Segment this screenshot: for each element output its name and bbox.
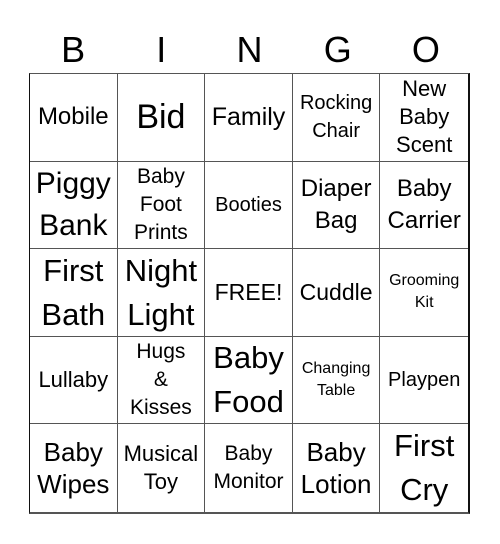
bingo-cell[interactable]: Bid (117, 74, 206, 162)
cell-label: Musical Toy (123, 441, 199, 495)
bingo-cell[interactable]: Lullaby (30, 336, 118, 425)
bingo-cell[interactable]: Cuddle (292, 249, 381, 337)
bingo-cell[interactable]: Mobile (30, 74, 118, 162)
header-letter-g: G (323, 29, 352, 70)
bingo-cell[interactable]: Baby Wipes (30, 424, 118, 512)
cell-label: Mobile (37, 103, 109, 131)
bingo-cell[interactable]: Piggy Bank (30, 161, 118, 250)
cell-label: First Bath (41, 252, 106, 332)
bingo-cell[interactable]: Baby Monitor (205, 424, 293, 512)
cell-label: Family (211, 103, 286, 132)
bingo-cell[interactable]: Baby Food (205, 336, 293, 425)
cell-label: Lullaby (38, 367, 109, 393)
cell-label: Booties (215, 193, 282, 216)
bingo-cell[interactable]: Baby Carrier (380, 162, 468, 250)
cell-label: Changing Table (301, 360, 371, 400)
header-letter-o: O (411, 29, 440, 70)
bingo-cell[interactable]: Changing Table (292, 336, 381, 425)
header-letter-i: I (156, 29, 167, 70)
bingo-cell[interactable]: Booties (205, 161, 293, 250)
cell-label: Baby Wipes (37, 437, 110, 500)
bingo-cell[interactable]: First Cry (380, 424, 468, 512)
cell-label: Baby Monitor (213, 442, 284, 494)
bingo-cell[interactable]: New Baby Scent (380, 74, 468, 162)
header-letter-n: N (236, 29, 263, 70)
cell-label: Diaper Bag (300, 174, 372, 234)
bingo-cell free-space[interactable]: FREE! (205, 249, 293, 337)
bingo-cell[interactable]: Family (205, 74, 293, 162)
cell-label: Playpen (388, 369, 461, 392)
cell-label: Grooming Kit (389, 272, 460, 312)
bingo-card-grid: Mobile Bid Family Rocking Chair New Baby… (29, 73, 470, 514)
bingo-cell[interactable]: Rocking Chair (292, 74, 381, 162)
cell-label: Cuddle (299, 278, 373, 305)
cell-label: Baby Foot Prints (134, 164, 188, 244)
cell-label: Baby Carrier (387, 174, 461, 234)
bingo-cell[interactable]: Grooming Kit (380, 249, 468, 337)
cell-label: First Cry (394, 428, 455, 508)
cell-label: Baby Lotion (300, 437, 372, 500)
bingo-cell[interactable]: Baby Foot Prints (117, 161, 206, 250)
bingo-cell[interactable]: Baby Lotion (293, 424, 381, 512)
cell-label: New Baby Scent (396, 76, 453, 158)
cell-label: Baby Food (213, 340, 284, 420)
cell-label: Bid (136, 97, 186, 136)
cell-label: FREE! (214, 278, 283, 305)
bingo-cell[interactable]: First Bath (30, 249, 118, 337)
header-letter-b: B (61, 29, 86, 70)
bingo-cell[interactable]: Hugs & Kisses (117, 336, 206, 425)
cell-label: Night Light (124, 252, 198, 332)
bingo-header: B I N G O (29, 28, 470, 72)
bingo-cell[interactable]: Playpen (380, 337, 468, 425)
cell-label: Piggy Bank (35, 166, 111, 242)
bingo-cell[interactable]: Night Light (117, 249, 206, 337)
cell-label: Hugs & Kisses (129, 340, 192, 420)
bingo-cell[interactable]: Musical Toy (118, 424, 206, 512)
cell-label: Rocking Chair (299, 92, 373, 143)
bingo-cell[interactable]: Diaper Bag (292, 161, 381, 250)
